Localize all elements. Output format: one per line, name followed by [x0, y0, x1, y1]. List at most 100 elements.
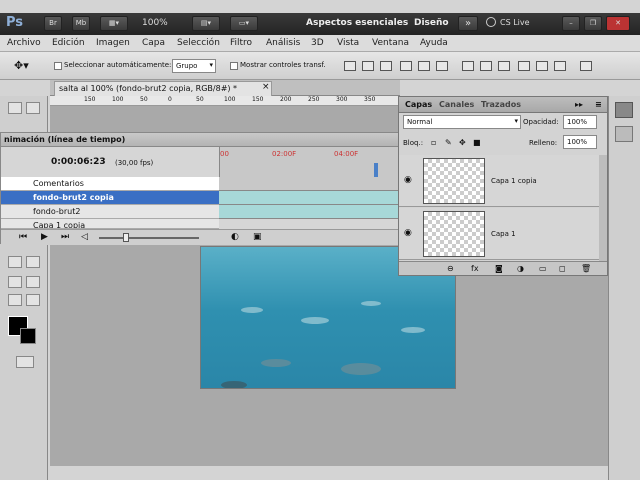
orbit-3d-tool-icon[interactable]: [26, 276, 40, 288]
arrange-documents-button[interactable]: ▤▾: [192, 16, 220, 31]
application-bar: Ps Br Mb ▦▾ 100% ▤▾ ▭▾ Aspectos esencial…: [0, 13, 640, 35]
path-selection-tool-icon[interactable]: [8, 256, 22, 268]
distribute-hcenter-icon[interactable]: [536, 61, 548, 71]
tab-capas[interactable]: Capas: [405, 100, 432, 109]
menu-imagen[interactable]: Imagen: [96, 38, 130, 48]
layers-scrollbar[interactable]: [599, 155, 607, 261]
zoom-slider[interactable]: [99, 237, 199, 239]
distribute-vcenter-icon[interactable]: [480, 61, 492, 71]
panel-menu-icon[interactable]: ≡: [595, 100, 602, 109]
layer-track[interactable]: [219, 205, 401, 219]
3d-panel-icon[interactable]: [615, 102, 633, 118]
distribute-bottom-icon[interactable]: [498, 61, 510, 71]
move-tool-icon[interactable]: [26, 102, 40, 114]
workspace-essentials[interactable]: Aspectos esenciales: [306, 18, 408, 28]
distribute-top-icon[interactable]: [462, 61, 474, 71]
show-transform-checkbox[interactable]: [230, 62, 238, 70]
menu-seleccion[interactable]: Selección: [177, 38, 220, 48]
screen-mode-button[interactable]: ▭▾: [230, 16, 258, 31]
opacity-input[interactable]: 100%: [563, 115, 597, 129]
visibility-eye-icon[interactable]: ◉: [404, 228, 412, 238]
lock-transparency-icon[interactable]: ▫: [431, 138, 436, 147]
restore-button[interactable]: ❐: [584, 16, 602, 31]
playhead[interactable]: [374, 163, 378, 177]
align-hcenter-icon[interactable]: [418, 61, 430, 71]
menu-ventana[interactable]: Ventana: [372, 38, 409, 48]
time-ruler[interactable]: 00 02:00F 04:00F: [219, 147, 401, 177]
align-bottom-icon[interactable]: [380, 61, 392, 71]
rotate-3d-tool-icon[interactable]: [8, 276, 22, 288]
zoom-slider-handle[interactable]: [123, 233, 129, 242]
distribute-left-icon[interactable]: [518, 61, 530, 71]
tab-canales[interactable]: Canales: [439, 100, 474, 109]
play-icon[interactable]: ▶: [41, 232, 48, 242]
visibility-eye-icon[interactable]: ◉: [404, 175, 412, 185]
align-right-icon[interactable]: [436, 61, 448, 71]
zoom-tool-icon[interactable]: [26, 294, 40, 306]
collapse-panel-icon[interactable]: ▸▸: [575, 100, 583, 109]
menu-3d[interactable]: 3D: [311, 38, 324, 48]
timeline-row-comments[interactable]: Comentarios: [1, 177, 219, 191]
align-left-icon[interactable]: [400, 61, 412, 71]
layer-row[interactable]: ◉ Capa 1 copia: [399, 155, 599, 207]
comments-track[interactable]: [219, 177, 401, 191]
menu-filtro[interactable]: Filtro: [230, 38, 252, 48]
align-vcenter-icon[interactable]: [362, 61, 374, 71]
fill-input[interactable]: 100%: [563, 135, 597, 149]
layer-row[interactable]: ◉ Capa 1: [399, 208, 599, 260]
auto-select-dropdown[interactable]: Grupo ▾: [172, 59, 216, 73]
marquee-tool-icon[interactable]: [8, 102, 22, 114]
close-button[interactable]: ✕: [606, 16, 630, 31]
new-layer-icon[interactable]: ◻: [559, 264, 566, 273]
adjustments-panel-icon[interactable]: [615, 126, 633, 142]
workspace-design[interactable]: Diseño: [414, 18, 449, 28]
zoom-level[interactable]: 100%: [142, 18, 168, 28]
link-layers-icon[interactable]: ⊖: [447, 264, 454, 273]
layer-track[interactable]: [219, 191, 401, 205]
document-tab[interactable]: salta al 100% (fondo-brut2 copia, RGB/8#…: [54, 81, 272, 96]
minibridge-button[interactable]: Mb: [72, 16, 90, 31]
minimize-button[interactable]: –: [562, 16, 580, 31]
audio-icon[interactable]: ◁: [81, 232, 88, 242]
timeline-row-fondo-copia[interactable]: fondo-brut2 copia: [1, 191, 219, 205]
adjustment-layer-icon[interactable]: ◑: [517, 264, 524, 273]
bridge-button[interactable]: Br: [44, 16, 62, 31]
layer-mask-icon[interactable]: ◙: [495, 264, 503, 273]
move-tool-icon[interactable]: ✥▾: [14, 59, 29, 72]
blend-mode-dropdown[interactable]: Normal ▾: [403, 115, 521, 129]
first-frame-icon[interactable]: ⏮: [19, 232, 27, 242]
quick-mask-icon[interactable]: [16, 356, 34, 368]
delete-keyframe-icon[interactable]: ▣: [253, 232, 262, 242]
align-top-icon[interactable]: [344, 61, 356, 71]
timecode[interactable]: 0:00:06:23: [51, 157, 106, 167]
timeline-row-fondo[interactable]: fondo-brut2: [1, 205, 219, 219]
layer-style-icon[interactable]: fx: [471, 264, 479, 273]
close-document-icon[interactable]: ×: [262, 82, 270, 92]
cslive-button[interactable]: CS Live: [500, 18, 530, 27]
hand-tool-icon[interactable]: [8, 294, 22, 306]
background-color-swatch[interactable]: [20, 328, 36, 344]
menu-edicion[interactable]: Edición: [52, 38, 85, 48]
menu-analisis[interactable]: Análisis: [266, 38, 300, 48]
next-frame-icon[interactable]: ⏭: [61, 232, 69, 242]
view-extras-button[interactable]: ▦▾: [100, 16, 128, 31]
auto-select-value: Grupo: [176, 62, 198, 70]
new-group-icon[interactable]: ▭: [539, 264, 547, 273]
rectangle-tool-icon[interactable]: [26, 256, 40, 268]
trash-icon[interactable]: 🗑: [581, 264, 591, 273]
menu-capa[interactable]: Capa: [142, 38, 165, 48]
onion-skin-icon[interactable]: ◐: [231, 232, 239, 242]
more-workspaces-icon[interactable]: »: [458, 16, 478, 31]
lock-position-icon[interactable]: ✥: [459, 138, 466, 147]
ruler-label: 150: [84, 96, 96, 103]
lock-all-icon[interactable]: ■: [473, 138, 481, 147]
menu-archivo[interactable]: Archivo: [7, 38, 41, 48]
lock-pixels-icon[interactable]: ✎: [445, 138, 452, 147]
distribute-right-icon[interactable]: [554, 61, 566, 71]
auto-align-icon[interactable]: [580, 61, 592, 71]
timeline-row-capa-copia[interactable]: Capa 1 copia: [1, 219, 219, 229]
auto-select-checkbox[interactable]: [54, 62, 62, 70]
menu-ayuda[interactable]: Ayuda: [420, 38, 448, 48]
tab-trazados[interactable]: Trazados: [481, 100, 521, 109]
menu-vista[interactable]: Vista: [337, 38, 359, 48]
